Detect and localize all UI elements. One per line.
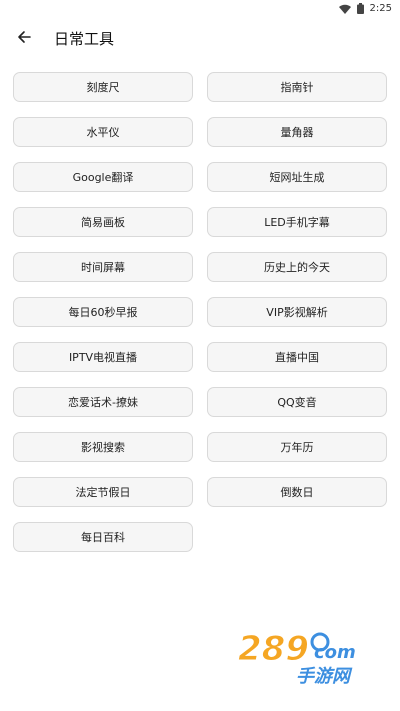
tool-button-label: 每日60秒早报 (68, 306, 138, 319)
tool-button[interactable]: 直播中国 (207, 342, 387, 372)
tool-button-label: 法定节假日 (75, 486, 131, 499)
tool-button-label: 恋爱话术-撩妹 (68, 396, 138, 409)
watermark-logo: 289 com 手游网 (236, 629, 396, 690)
tool-button[interactable]: 刻度尺 (13, 72, 193, 102)
tool-button-label: 水平仪 (86, 126, 120, 139)
tool-button-label: 直播中国 (275, 351, 319, 364)
page-title: 日常工具 (54, 29, 115, 48)
tool-button-label: Google翻译 (72, 171, 134, 184)
tool-button-label: QQ变音 (277, 396, 317, 409)
app-bar: 日常工具 (0, 17, 400, 59)
tool-button[interactable]: QQ变音 (207, 387, 387, 417)
tool-grid: 刻度尺 指南针水平仪 量角器 Google翻译 短网址生成简易画板 LED手机字幕时间屏幕… (13, 72, 387, 552)
tool-button-label: 短网址生成 (269, 171, 325, 184)
status-time: 2:25 (369, 3, 392, 14)
back-button[interactable] (9, 23, 39, 53)
tool-button[interactable]: 每日百科 (13, 522, 193, 552)
tool-button-label: 万年历 (280, 441, 314, 454)
tool-button[interactable]: 影视搜索 (13, 432, 193, 462)
tool-button[interactable]: 法定节假日 (13, 477, 193, 507)
tool-button[interactable]: 历史上的今天 (207, 252, 387, 282)
tool-button-label: 影视搜索 (81, 441, 125, 454)
tool-button[interactable]: LED手机字幕 (207, 207, 387, 237)
tool-button[interactable]: VIP影视解析 (207, 297, 387, 327)
tool-button-label: 指南针 (280, 81, 314, 94)
tool-button-label: 倒数日 (280, 486, 314, 499)
svg-text:com: com (314, 642, 356, 663)
wifi-icon (338, 4, 351, 14)
status-bar: 2:25 (0, 0, 400, 17)
svg-text:289: 289 (238, 630, 309, 669)
tool-button[interactable]: 时间屏幕 (13, 252, 193, 282)
arrow-left-icon (17, 29, 31, 48)
tool-button[interactable]: 水平仪 (13, 117, 193, 147)
tool-button-label: 每日百科 (81, 531, 125, 544)
tool-button[interactable]: 简易画板 (13, 207, 193, 237)
battery-icon (356, 3, 364, 14)
tool-button-label: 简易画板 (81, 216, 125, 229)
tool-button[interactable]: IPTV电视直播 (13, 342, 193, 372)
tool-button-label: 量角器 (280, 126, 314, 139)
tool-button-label: IPTV电视直播 (68, 351, 138, 364)
tool-button-label: 时间屏幕 (81, 261, 125, 274)
tool-button-label: VIP影视解析 (266, 306, 328, 319)
tool-button[interactable]: 量角器 (207, 117, 387, 147)
tool-button-label: LED手机字幕 (264, 216, 330, 229)
tool-button[interactable]: 万年历 (207, 432, 387, 462)
tool-button[interactable]: 恋爱话术-撩妹 (13, 387, 193, 417)
svg-text:手游网: 手游网 (296, 666, 353, 687)
tool-button[interactable]: Google翻译 (13, 162, 193, 192)
tool-button[interactable]: 倒数日 (207, 477, 387, 507)
tool-button[interactable]: 短网址生成 (207, 162, 387, 192)
tool-button[interactable]: 指南针 (207, 72, 387, 102)
tool-button-label: 刻度尺 (86, 81, 120, 94)
tool-button-label: 历史上的今天 (264, 261, 330, 274)
tool-button[interactable]: 每日60秒早报 (13, 297, 193, 327)
